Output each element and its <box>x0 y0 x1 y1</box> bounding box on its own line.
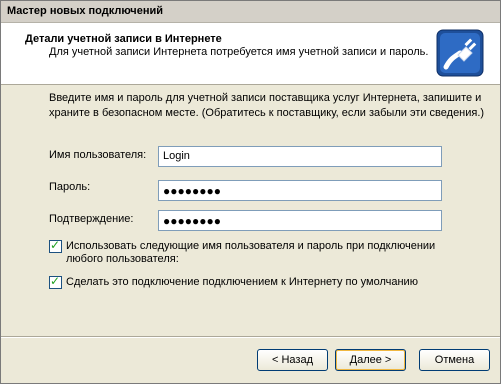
password-label: Пароль: <box>49 181 91 193</box>
network-cable-icon <box>436 29 484 77</box>
header-title: Детали учетной записи в Интернете <box>25 33 222 45</box>
username-label: Имя пользователя: <box>49 149 147 161</box>
wizard-content: Введите имя и пароль для учетной записи … <box>1 85 500 335</box>
default-connection-checkbox[interactable]: ✓ <box>49 274 62 289</box>
footer-divider <box>1 336 500 338</box>
cancel-button[interactable]: Отмена <box>419 349 490 371</box>
window-title: Мастер новых подключений <box>7 5 163 17</box>
header-subtitle: Для учетной записи Интернета потребуется… <box>49 46 429 58</box>
back-button[interactable]: < Назад <box>257 349 328 371</box>
confirm-password-field[interactable]: ●●●●●●●● <box>158 210 442 231</box>
all-users-checkbox-label[interactable]: Использовать следующие имя пользователя … <box>66 240 466 266</box>
password-field[interactable]: ●●●●●●●● <box>158 180 442 201</box>
wizard-window: Мастер новых подключений Детали учетной … <box>0 0 501 384</box>
instructions-text: Введите имя и пароль для учетной записи … <box>49 92 485 119</box>
title-bar[interactable]: Мастер новых подключений <box>1 1 500 23</box>
checkmark-icon: ✓ <box>50 238 61 252</box>
all-users-checkbox[interactable]: ✓ <box>49 238 62 253</box>
confirm-label: Подтверждение: <box>49 213 134 225</box>
wizard-header: Детали учетной записи в Интернете Для уч… <box>1 23 500 85</box>
checkmark-icon: ✓ <box>50 274 61 288</box>
username-field[interactable]: Login <box>158 146 442 167</box>
next-button[interactable]: Далее > <box>335 349 406 371</box>
default-connection-checkbox-label[interactable]: Сделать это подключение подключением к И… <box>66 276 486 289</box>
